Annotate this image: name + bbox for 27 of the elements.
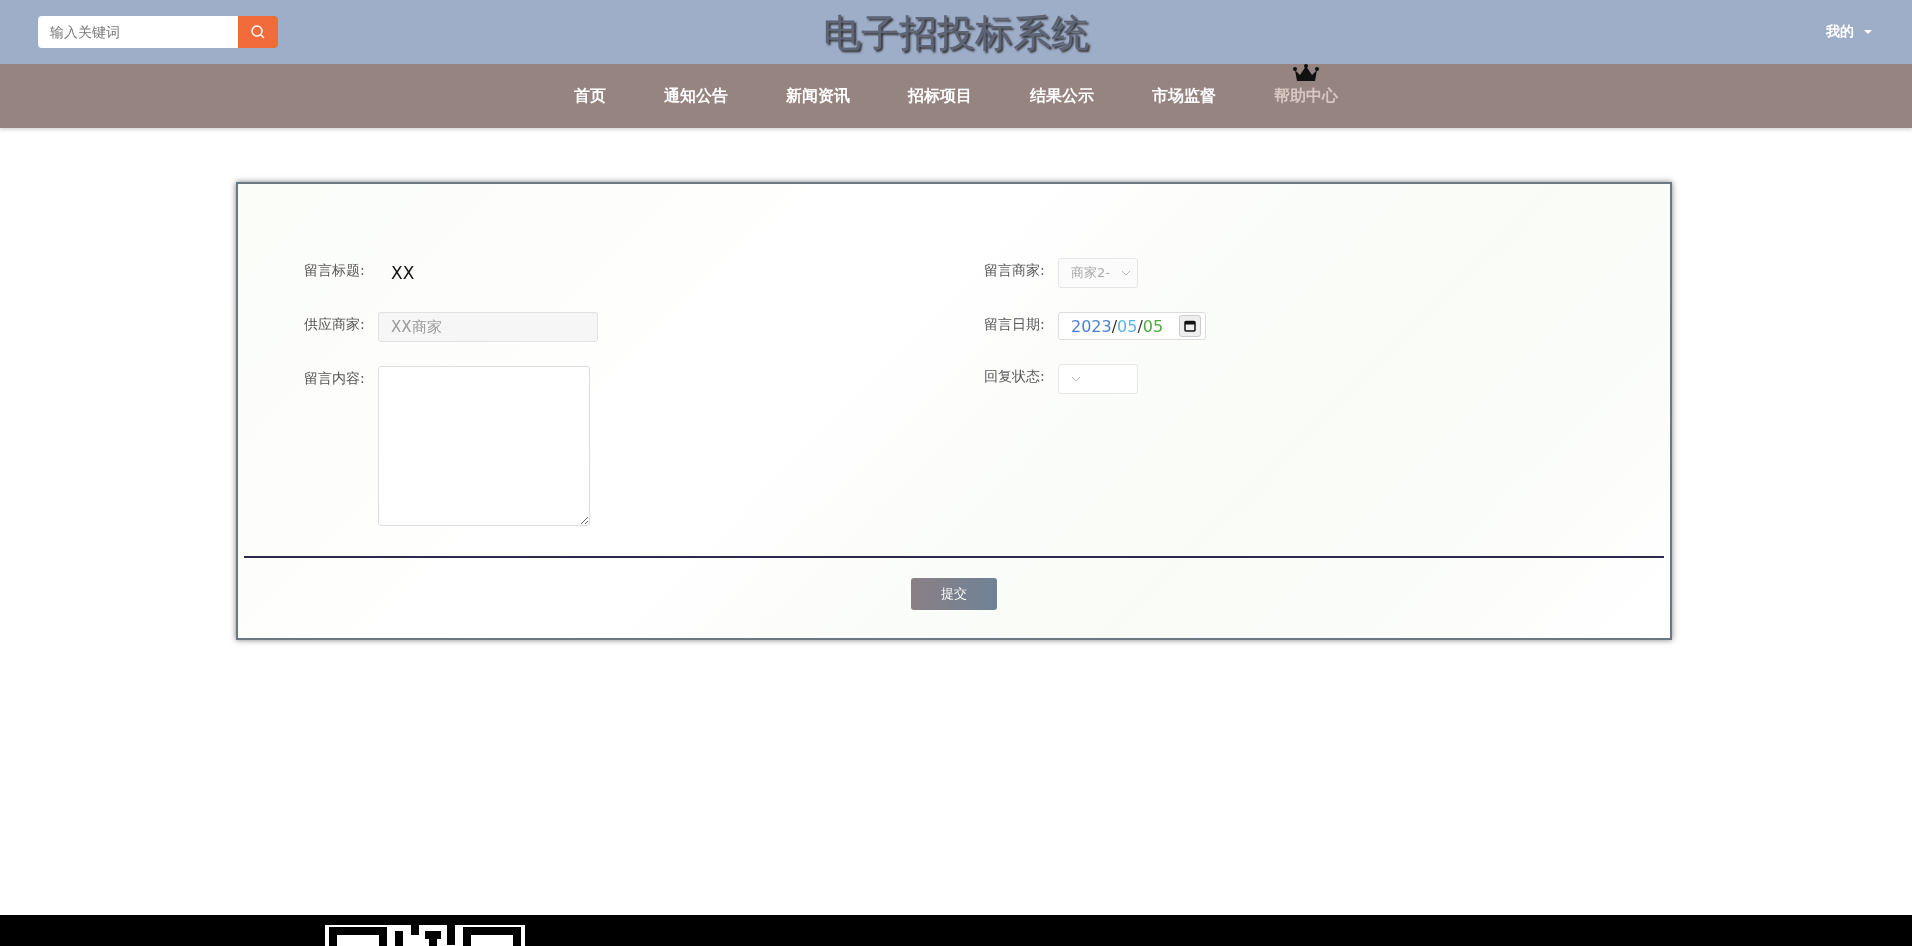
nav-item[interactable]: 帮助中心 [1245, 85, 1367, 107]
field-label: 留言日期: [984, 315, 1046, 334]
search-field[interactable]: 输入关键词 [38, 16, 238, 48]
nav-item[interactable]: 新闻资讯 [757, 85, 879, 107]
chevron-down-icon [1121, 270, 1131, 276]
date-input[interactable]: 2023/05/05 [1058, 312, 1206, 340]
calendar-icon[interactable] [1179, 315, 1201, 337]
caret-icon [1864, 30, 1872, 34]
search-icon [250, 24, 266, 40]
text-input[interactable]: XX [378, 258, 598, 288]
field-label: 回复状态: [984, 367, 1046, 386]
nav-item[interactable]: 结果公示 [1001, 85, 1123, 107]
message-textarea[interactable] [378, 366, 590, 526]
search-button[interactable] [238, 16, 278, 48]
nav-item[interactable]: 招标项目 [879, 85, 1001, 107]
field-label: 留言标题: [304, 261, 366, 280]
submit-button[interactable]: 提交 [911, 578, 997, 610]
chevron-down-icon [1071, 376, 1081, 382]
field-label: 留言商家: [984, 261, 1046, 280]
nav-item[interactable]: 市场监督 [1123, 85, 1245, 107]
site-title: 电子招投标系统 [823, 11, 1089, 55]
user-menu[interactable]: 我的 [1826, 23, 1872, 41]
field-label: 供应商家: [304, 315, 366, 334]
field-label: 留言内容: [304, 369, 366, 388]
nav-item[interactable]: 通知公告 [635, 85, 757, 107]
crown-icon [1293, 63, 1319, 82]
nav-item[interactable]: 首页 [545, 85, 635, 107]
